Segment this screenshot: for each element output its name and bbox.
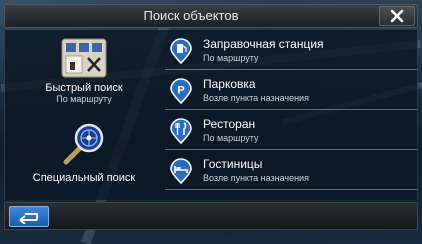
category-sublabel: По маршруту	[203, 133, 259, 143]
back-button[interactable]	[9, 206, 49, 227]
category-row-restaurant[interactable]: Ресторан По маршруту	[165, 112, 417, 150]
title-bar: Поиск объектов	[4, 4, 418, 28]
page-title: Поиск объектов	[143, 8, 239, 23]
close-button[interactable]	[379, 6, 415, 26]
fuel-pump-icon	[170, 38, 192, 64]
category-row-parking[interactable]: P Парковка Возле пункта назначения	[165, 72, 417, 110]
category-sublabel: Возле пункта назначения	[203, 93, 309, 103]
category-sublabel: Возле пункта назначения	[203, 173, 309, 183]
quick-search-sublabel: По маршруту	[56, 94, 112, 104]
svg-text:P: P	[177, 85, 184, 97]
quick-search-button[interactable]: Быстрый поиск По маршруту	[9, 36, 159, 116]
restaurant-icon	[170, 118, 192, 144]
category-label: Парковка	[203, 77, 256, 91]
bottom-bar	[4, 202, 418, 230]
back-arrow-icon	[19, 212, 38, 224]
category-row-hotel[interactable]: Гостиницы Возле пункта назначения	[165, 152, 417, 190]
close-icon	[390, 9, 404, 23]
hotel-bed-icon	[170, 158, 192, 184]
special-search-button[interactable]: Специальный поиск	[9, 122, 159, 192]
special-search-label: Специальный поиск	[32, 172, 136, 184]
keyboard-icon	[61, 38, 107, 78]
category-label: Гостиницы	[203, 157, 263, 171]
category-row-fuel[interactable]: Заправочная станция По маршруту	[165, 32, 417, 70]
poi-search-panel: Быстрый поиск По маршруту Специальный по…	[4, 30, 418, 200]
category-label: Ресторан	[203, 117, 256, 131]
category-sublabel: По маршруту	[203, 53, 259, 63]
parking-icon: P	[170, 78, 192, 104]
quick-search-label: Быстрый поиск	[45, 82, 123, 94]
magnifier-globe-icon	[63, 123, 104, 165]
category-label: Заправочная станция	[203, 37, 324, 51]
